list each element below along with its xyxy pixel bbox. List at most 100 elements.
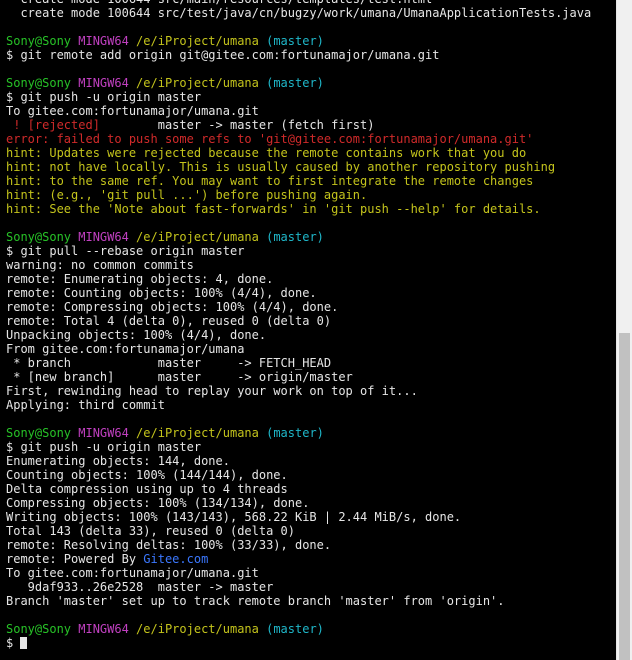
terminal-text: /e/iProject/umana <box>136 426 267 440</box>
terminal-text: To gitee.com:fortunamajor/umana.git <box>6 566 259 580</box>
terminal-line: remote: Counting objects: 100% (4/4), do… <box>6 286 616 300</box>
terminal-text: Compressing objects: 100% (134/134), don… <box>6 496 310 510</box>
terminal-text: (master) <box>266 426 324 440</box>
terminal-text: remote: Enumerating objects: 4, done. <box>6 272 274 286</box>
terminal-line: hint: Updates were rejected because the … <box>6 146 616 160</box>
terminal-line: Enumerating objects: 144, done. <box>6 454 616 468</box>
terminal-text: $ git pull --rebase origin master <box>6 244 245 258</box>
terminal-line: * branch master -> FETCH_HEAD <box>6 356 616 370</box>
terminal-line: warning: no common commits <box>6 258 616 272</box>
terminal-text: create mode 100644 src/test/java/cn/bugz… <box>6 6 592 20</box>
terminal-text: ! [rejected] <box>6 118 100 132</box>
terminal-line: Counting objects: 100% (144/144), done. <box>6 468 616 482</box>
terminal-line: $ git remote add origin git@gitee.com:fo… <box>6 48 616 62</box>
terminal-text: (master) <box>266 622 324 636</box>
terminal-text: MINGW64 <box>78 230 137 244</box>
terminal-text: hint: to the same ref. You may want to f… <box>6 174 534 188</box>
terminal-text: error: failed to push some refs to 'git@… <box>6 132 534 146</box>
terminal-text: remote: Powered By <box>6 552 144 566</box>
terminal-text: MINGW64 <box>78 76 137 90</box>
terminal-line: To gitee.com:fortunamajor/umana.git <box>6 566 616 580</box>
terminal-line: Compressing objects: 100% (134/134), don… <box>6 496 616 510</box>
terminal-text: Delta compression using up to 4 threads <box>6 482 288 496</box>
terminal-text: /e/iProject/umana <box>136 622 267 636</box>
terminal-line: $ git push -u origin master <box>6 90 616 104</box>
terminal-text: hint: See the 'Note about fast-forwards'… <box>6 202 541 216</box>
terminal-line: hint: (e.g., 'git pull ...') before push… <box>6 188 616 202</box>
terminal-text: Total 143 (delta 33), reused 0 (delta 0) <box>6 524 295 538</box>
terminal-line: To gitee.com:fortunamajor/umana.git <box>6 104 616 118</box>
terminal-text: 9daf933..26e2528 master -> master <box>6 580 274 594</box>
terminal-text: hint: not have locally. This is usually … <box>6 160 556 174</box>
terminal-line: Sony@Sony MINGW64 /e/iProject/umana (mas… <box>6 76 616 90</box>
terminal-output[interactable]: create mode 100644 src/main/resources/te… <box>0 0 616 652</box>
vertical-scrollbar[interactable] <box>616 0 632 660</box>
terminal-text: hint: Updates were rejected because the … <box>6 146 527 160</box>
terminal-line: ! [rejected] master -> master (fetch fir… <box>6 118 616 132</box>
terminal-text: /e/iProject/umana <box>136 76 267 90</box>
terminal-line: 9daf933..26e2528 master -> master <box>6 580 616 594</box>
terminal-line: Delta compression using up to 4 threads <box>6 482 616 496</box>
terminal-text: Sony@Sony <box>6 76 79 90</box>
terminal-line: remote: Compressing objects: 100% (4/4),… <box>6 300 616 314</box>
terminal-text: To gitee.com:fortunamajor/umana.git <box>6 104 259 118</box>
terminal-line: Sony@Sony MINGW64 /e/iProject/umana (mas… <box>6 230 616 244</box>
terminal-text: remote: Total 4 (delta 0), reused 0 (del… <box>6 314 332 328</box>
terminal-text: Enumerating objects: 144, done. <box>6 454 230 468</box>
terminal-text: Sony@Sony <box>6 230 79 244</box>
terminal-text: Branch 'master' set up to track remote b… <box>6 594 505 608</box>
terminal-line: Sony@Sony MINGW64 /e/iProject/umana (mas… <box>6 34 616 48</box>
terminal-text: From gitee.com:fortunamajor/umana <box>6 342 245 356</box>
terminal-line: Unpacking objects: 100% (4/4), done. <box>6 328 616 342</box>
terminal-text: hint: (e.g., 'git pull ...') before push… <box>6 188 368 202</box>
terminal-line: remote: Enumerating objects: 4, done. <box>6 272 616 286</box>
terminal-line: hint: See the 'Note about fast-forwards'… <box>6 202 616 216</box>
terminal-text: MINGW64 <box>78 622 137 636</box>
terminal-text: remote: Resolving deltas: 100% (33/33), … <box>6 538 332 552</box>
terminal-text: $ git push -u origin master <box>6 90 202 104</box>
terminal-line: hint: to the same ref. You may want to f… <box>6 174 616 188</box>
terminal-line: $ <box>6 636 616 650</box>
terminal-line: Branch 'master' set up to track remote b… <box>6 594 616 608</box>
terminal-text: /e/iProject/umana <box>136 230 267 244</box>
terminal-text: First, rewinding head to replay your wor… <box>6 384 418 398</box>
terminal-text: /e/iProject/umana <box>136 34 267 48</box>
terminal-text: MINGW64 <box>78 34 137 48</box>
terminal-line: remote: Powered By Gitee.com <box>6 552 616 566</box>
text-cursor <box>20 637 28 649</box>
terminal-line: $ git push -u origin master <box>6 440 616 454</box>
terminal-text: remote: Compressing objects: 100% (4/4),… <box>6 300 339 314</box>
terminal-text: * branch master -> FETCH_HEAD <box>6 356 332 370</box>
terminal-text: * [new branch] master -> origin/master <box>6 370 353 384</box>
terminal-text: MINGW64 <box>78 426 137 440</box>
terminal-line: Total 143 (delta 33), reused 0 (delta 0) <box>6 524 616 538</box>
scrollbar-thumb[interactable] <box>619 333 630 660</box>
terminal-text: $ git remote add origin git@gitee.com:fo… <box>6 48 440 62</box>
terminal-text: master -> master (fetch first) <box>99 118 375 132</box>
terminal-text: $ git push -u origin master <box>6 440 202 454</box>
terminal-text: Writing objects: 100% (143/143), 568.22 … <box>6 510 462 524</box>
terminal-line: * [new branch] master -> origin/master <box>6 370 616 384</box>
terminal-line: Writing objects: 100% (143/143), 568.22 … <box>6 510 616 524</box>
terminal-text: Sony@Sony <box>6 622 79 636</box>
terminal-text: $ <box>6 636 21 650</box>
terminal-line: $ git pull --rebase origin master <box>6 244 616 258</box>
terminal-line: error: failed to push some refs to 'git@… <box>6 132 616 146</box>
terminal-line: First, rewinding head to replay your wor… <box>6 384 616 398</box>
terminal-line: remote: Resolving deltas: 100% (33/33), … <box>6 538 616 552</box>
terminal-line: From gitee.com:fortunamajor/umana <box>6 342 616 356</box>
terminal-text: Counting objects: 100% (144/144), done. <box>6 468 288 482</box>
terminal-text: Unpacking objects: 100% (4/4), done. <box>6 328 267 342</box>
terminal-window[interactable]: create mode 100644 src/main/resources/te… <box>0 0 632 660</box>
terminal-text: (master) <box>266 76 324 90</box>
terminal-text: Sony@Sony <box>6 426 79 440</box>
terminal-text: (master) <box>266 34 324 48</box>
terminal-text: (master) <box>266 230 324 244</box>
terminal-line: create mode 100644 src/test/java/cn/bugz… <box>6 6 616 20</box>
terminal-line: Sony@Sony MINGW64 /e/iProject/umana (mas… <box>6 426 616 440</box>
